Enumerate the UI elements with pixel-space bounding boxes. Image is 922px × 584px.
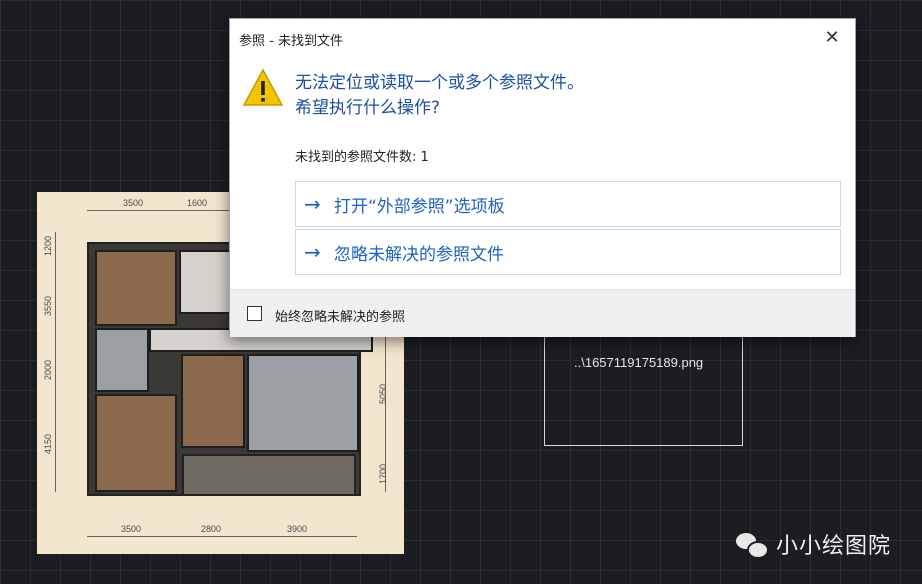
dim-left-3: 2000 [43,359,53,380]
dialog-footer: 始终忽略未解决的参照 [230,289,855,337]
missing-file-count: 未找到的参照文件数: 1 [295,150,429,165]
bathroom-2 [95,328,149,392]
wechat-icon [736,529,769,559]
bedroom-3 [181,354,245,448]
bedroom-1 [95,250,177,326]
always-ignore-checkbox[interactable] [247,306,262,321]
balcony [182,454,356,496]
arrow-right-icon: → [304,240,321,264]
always-ignore-label[interactable]: 始终忽略未解决的参照 [275,306,405,325]
close-icon[interactable]: ✕ [821,27,843,49]
message-line-1: 无法定位或读取一个或多个参照文件。 [295,73,584,93]
dim-right-1: 5050 [378,383,388,404]
unresolved-reference-label: ..\1657119175189.png [574,355,704,370]
open-xref-palette-label: 打开“外部参照”选项板 [334,196,505,217]
dim-bottom-1: 3500 [121,524,142,534]
living-room [247,354,359,452]
dialog-title: 参照 - 未找到文件 [239,34,343,49]
watermark: 小小绘图院 [736,528,891,560]
dim-top-2: 1600 [187,198,208,208]
bedroom-2 [95,394,177,492]
dialog-message: 无法定位或读取一个或多个参照文件。 希望执行什么操作? [295,71,584,121]
dim-bottom-3: 3900 [287,524,308,534]
dim-top-1: 3500 [123,198,144,208]
dialog-titlebar[interactable]: 参照 - 未找到文件 ✕ [230,19,855,57]
dim-left-2: 3550 [43,295,53,316]
bottom-dimension-line [87,536,357,537]
message-line-2: 希望执行什么操作? [295,98,441,118]
bathroom-1 [179,250,233,314]
warning-icon [242,68,284,106]
dim-left-1: 1200 [43,235,53,256]
dim-left-4: 4150 [43,433,53,454]
dim-right-2: 1700 [378,463,388,484]
arrow-right-icon: → [304,192,321,216]
left-dimension-line [55,232,56,492]
ignore-unresolved-label: 忽略未解决的参照文件 [334,244,504,265]
watermark-text: 小小绘图院 [776,534,892,559]
ignore-unresolved-button[interactable]: → 忽略未解决的参照文件 [295,229,841,275]
reference-not-found-dialog: 参照 - 未找到文件 ✕ 无法定位或读取一个或多个参照文件。 希望执行什么操作?… [229,18,856,337]
dim-bottom-2: 2800 [201,524,222,534]
open-xref-palette-button[interactable]: → 打开“外部参照”选项板 [295,181,841,227]
